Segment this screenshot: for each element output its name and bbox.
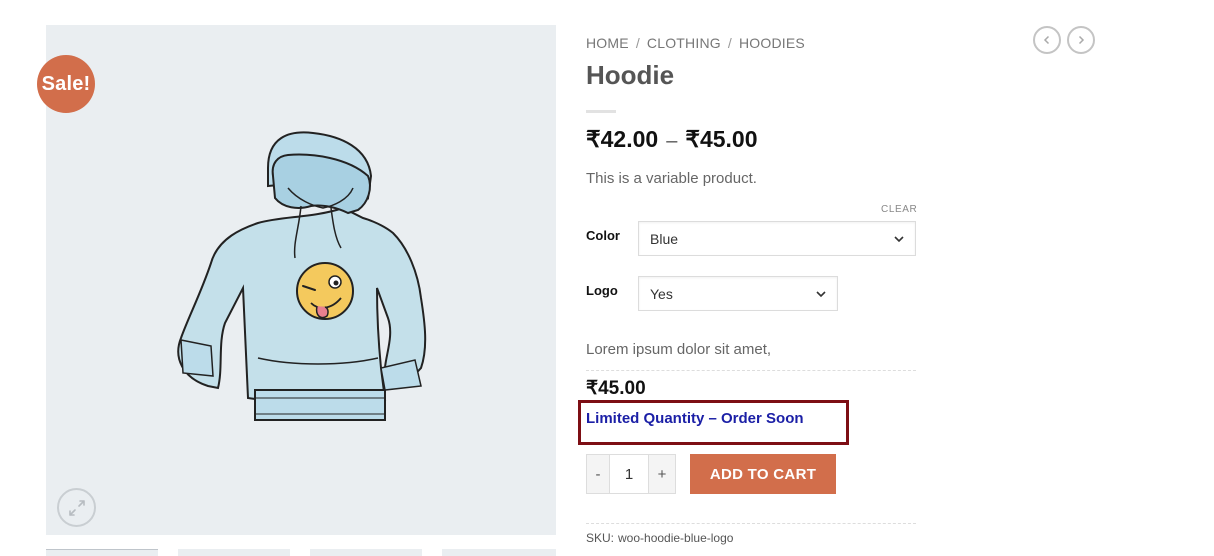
previous-product-button[interactable] xyxy=(1033,26,1061,54)
quantity-minus-button[interactable]: - xyxy=(587,455,609,493)
sale-badge: Sale! xyxy=(37,55,95,113)
clear-variations-link[interactable]: CLEAR xyxy=(881,204,917,215)
breadcrumb-clothing[interactable]: CLOTHING xyxy=(647,35,721,51)
stock-message: Limited Quantity – Order Soon xyxy=(586,410,804,427)
breadcrumb-hoodies[interactable]: HOODIES xyxy=(739,35,805,51)
short-description: This is a variable product. xyxy=(586,170,757,187)
add-to-cart-button[interactable]: ADD TO CART xyxy=(690,454,836,494)
divider xyxy=(586,370,916,371)
thumbnail-strip xyxy=(0,549,556,556)
sku: SKU: woo-hoodie-blue-logo xyxy=(586,531,733,545)
next-product-button[interactable] xyxy=(1067,26,1095,54)
breadcrumb-separator: / xyxy=(727,35,732,51)
variation-description: Lorem ipsum dolor sit amet, xyxy=(586,341,772,358)
chevron-left-icon xyxy=(1043,35,1050,45)
thumbnail-4[interactable] xyxy=(442,549,556,556)
logo-label: Logo xyxy=(586,283,618,298)
quantity-input[interactable]: 1 xyxy=(609,455,649,493)
logo-select-value: Yes xyxy=(650,285,673,302)
variation-price: ₹45.00 xyxy=(586,378,646,399)
color-select-value: Blue xyxy=(650,230,679,247)
product-navigation xyxy=(1033,26,1095,54)
chevron-down-icon xyxy=(894,236,904,243)
price-separator: – xyxy=(666,130,678,152)
product-image[interactable] xyxy=(163,128,433,428)
logo-select[interactable]: Yes xyxy=(638,276,838,311)
sku-value: woo-hoodie-blue-logo xyxy=(618,531,734,545)
product-title: Hoodie xyxy=(586,60,675,90)
divider xyxy=(586,523,916,524)
thumbnail-1[interactable] xyxy=(46,549,158,556)
price-max: ₹45.00 xyxy=(685,126,758,152)
zoom-button[interactable] xyxy=(57,488,96,527)
color-select[interactable]: Blue xyxy=(638,221,916,256)
sku-label: SKU: xyxy=(586,531,615,545)
thumbnail-3[interactable] xyxy=(310,549,422,556)
color-label: Color xyxy=(586,228,620,243)
quantity-plus-button[interactable]: + xyxy=(649,455,675,493)
chevron-right-icon xyxy=(1078,35,1085,45)
breadcrumb-separator: / xyxy=(635,35,640,51)
quantity-stepper: - 1 + xyxy=(586,454,676,494)
chevron-down-icon xyxy=(816,291,826,298)
breadcrumb: HOME / CLOTHING / HOODIES xyxy=(586,35,805,51)
price-min: ₹42.00 xyxy=(586,126,659,152)
expand-arrows-icon xyxy=(68,499,85,516)
price-range: ₹42.00 – ₹45.00 xyxy=(586,126,758,153)
thumbnail-2[interactable] xyxy=(178,549,290,556)
breadcrumb-home[interactable]: HOME xyxy=(586,35,629,51)
title-divider xyxy=(586,110,616,113)
